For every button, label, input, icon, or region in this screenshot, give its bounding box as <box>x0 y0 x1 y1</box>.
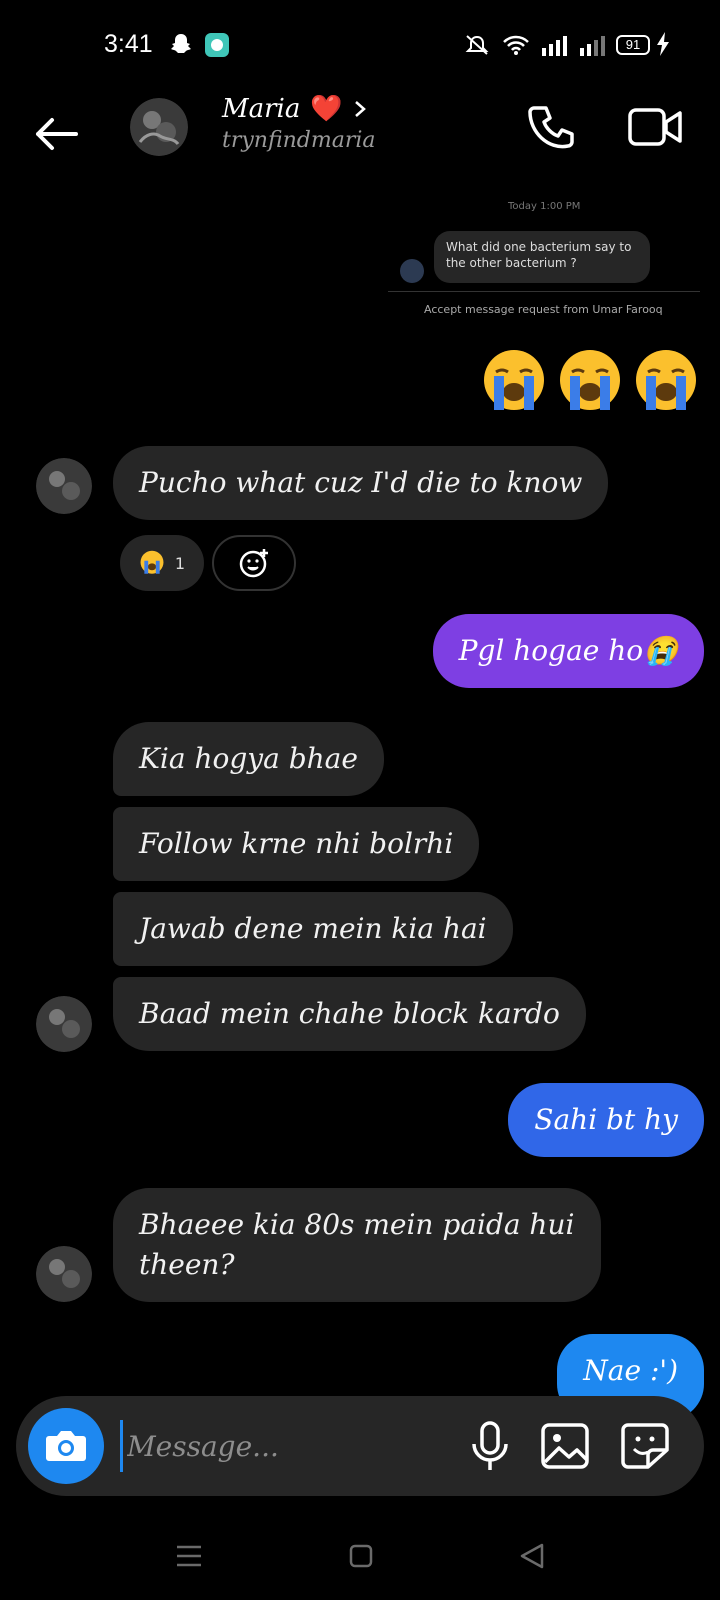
heart-emoji: ❤️ <box>310 94 343 124</box>
status-bar: 3:41 91 <box>0 0 720 90</box>
emoji-message[interactable] <box>480 348 700 416</box>
incoming-message[interactable]: Kia hogya bhae <box>113 722 384 796</box>
outgoing-message[interactable]: Pgl hogae ho😭 <box>432 614 704 688</box>
message-line: theen? <box>139 1248 235 1281</box>
chevron-right-icon <box>354 101 366 117</box>
microphone-icon[interactable] <box>466 1420 514 1472</box>
contact-avatar-small[interactable] <box>36 996 92 1052</box>
status-time: 3:41 <box>104 30 153 58</box>
incoming-message[interactable]: Baad mein chahe block kardo <box>113 977 586 1051</box>
back-arrow-icon[interactable] <box>32 110 80 158</box>
app-notification-icon <box>205 33 229 57</box>
nav-back-icon[interactable] <box>518 1542 546 1570</box>
contact-info[interactable]: Maria ❤️ trynfindmaria <box>222 94 376 153</box>
crying-face-emoji <box>484 350 544 410</box>
preview-message[interactable]: What did one bacterium say to the other … <box>434 231 650 283</box>
crying-face-emoji <box>560 350 620 410</box>
phone-call-icon[interactable] <box>528 104 576 152</box>
contact-name-text: Maria <box>222 94 301 124</box>
outgoing-message[interactable]: Sahi bt hy <box>508 1083 704 1157</box>
battery-indicator: 91 <box>616 35 650 55</box>
message-line: Bhaeee kia 80s mein paida hui <box>139 1208 575 1241</box>
contact-avatar-small[interactable] <box>36 1246 92 1302</box>
sticker-icon[interactable] <box>620 1422 670 1470</box>
crying-face-emoji <box>636 350 696 410</box>
contact-avatar-small[interactable] <box>36 458 92 514</box>
charging-icon <box>657 32 669 56</box>
message-input[interactable] <box>120 1420 440 1472</box>
add-emoji-icon <box>239 549 268 578</box>
preview-timestamp: Today 1:00 PM <box>508 201 581 212</box>
incoming-message[interactable]: Pucho what cuz I'd die to know <box>113 446 609 520</box>
status-icons: 91 <box>462 32 650 58</box>
add-reaction-button[interactable] <box>212 535 296 591</box>
system-nav-bar <box>0 1530 720 1590</box>
incoming-message[interactable]: Bhaeee kia 80s mein paida hui theen? <box>113 1188 601 1302</box>
crying-face-emoji <box>140 550 164 574</box>
camera-button[interactable] <box>28 1408 104 1484</box>
preview-divider <box>388 291 700 292</box>
chat-header: Maria ❤️ trynfindmaria <box>0 90 720 180</box>
contact-username: trynfindmaria <box>222 128 376 153</box>
recent-apps-icon[interactable] <box>176 1544 202 1568</box>
contact-avatar[interactable] <box>130 98 188 156</box>
gallery-icon[interactable] <box>540 1422 590 1470</box>
preview-avatar <box>400 259 424 283</box>
message-composer <box>16 1396 704 1496</box>
video-call-icon[interactable] <box>628 104 682 150</box>
incoming-message[interactable]: Follow krne nhi bolrhi <box>113 807 480 881</box>
mute-bell-icon <box>465 35 489 55</box>
home-icon[interactable] <box>349 1544 373 1568</box>
camera-icon <box>46 1431 86 1461</box>
snapchat-icon <box>171 34 191 53</box>
incoming-message[interactable]: Jawab dene mein kia hai <box>113 892 513 966</box>
wifi-icon <box>503 35 529 55</box>
signal-2-icon <box>580 36 605 56</box>
message-reaction[interactable]: 1 <box>120 535 204 591</box>
contact-name: Maria ❤️ <box>222 94 367 124</box>
preview-accept-text: Accept message request from Umar Farooq <box>424 303 663 316</box>
reaction-count: 1 <box>174 553 186 573</box>
signal-icon <box>542 36 567 56</box>
